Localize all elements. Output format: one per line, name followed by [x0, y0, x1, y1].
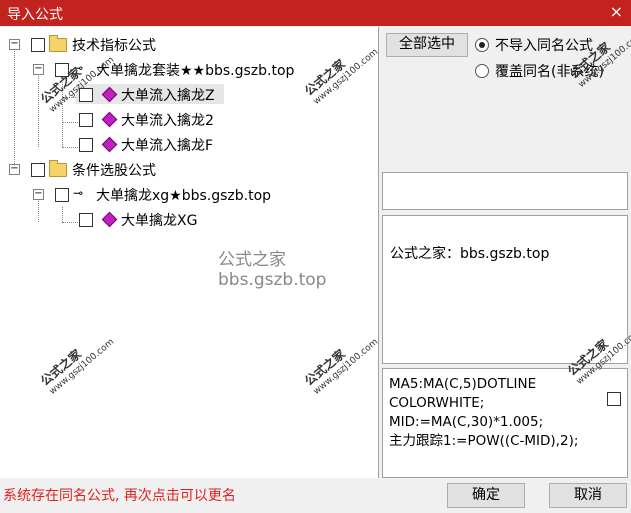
folder-icon — [49, 35, 67, 52]
formula-tree[interactable]: − 技术指标公式 − ⊸ 大单擒龙套装★★bbs.gszb.top 大单流入擒龙… — [0, 27, 381, 478]
checkbox[interactable] — [79, 213, 93, 227]
tree-node-stock-screening[interactable]: − 条件选股公式 — [0, 159, 300, 179]
checkbox[interactable] — [31, 38, 45, 52]
tree-line — [38, 72, 39, 147]
code-checkbox[interactable] — [607, 392, 621, 406]
tree-node-suite-2[interactable]: − ⊸ 大单擒龙xg★bbs.gszb.top — [0, 184, 300, 204]
tree-label: 条件选股公式 — [72, 163, 156, 179]
tree-label: 技术指标公式 — [72, 38, 156, 54]
tree-node-formula[interactable]: 大单流入擒龙2 — [76, 109, 226, 129]
close-icon[interactable]: × — [610, 2, 623, 21]
tree-node-formula[interactable]: 大单擒龙XG — [76, 209, 226, 229]
tree-label: 大单流入擒龙F — [121, 138, 214, 154]
code-line: COLORWHITE; — [389, 395, 485, 411]
folder-icon — [49, 160, 67, 177]
tree-label: 大单流入擒龙Z — [121, 88, 215, 104]
checkbox[interactable] — [31, 163, 45, 177]
tree-line — [62, 207, 63, 222]
formula-icon — [101, 86, 118, 103]
cancel-button[interactable]: 取消 — [549, 483, 627, 508]
code-line: MID:=MA(C,30)*1.005; — [389, 414, 544, 430]
collapse-icon[interactable]: − — [9, 164, 20, 175]
code-line: 主力跟踪1:=POW((C-MID),2); — [389, 433, 579, 449]
watermark-stamp: 公式之家 www.gszj100.com — [302, 337, 381, 397]
formula-icon — [101, 111, 118, 128]
radio-skip-same-name[interactable] — [475, 38, 489, 52]
radio-overwrite-same-name[interactable] — [475, 64, 489, 78]
formula-icon — [101, 136, 118, 153]
checkbox[interactable] — [79, 138, 93, 152]
watermark-stamp: 公式之家 www.gszj100.com — [38, 337, 117, 397]
code-line: MA5:MA(C,5)DOTLINE — [389, 376, 537, 392]
collapse-icon[interactable]: − — [33, 64, 44, 75]
select-all-button[interactable]: 全部选中 — [386, 33, 468, 57]
tree-label: 大单擒龙XG — [121, 213, 198, 229]
ok-button[interactable]: 确定 — [447, 483, 525, 508]
tree-node-formula[interactable]: 大单流入擒龙F — [76, 134, 226, 154]
tree-node-suite-1[interactable]: − ⊸ 大单擒龙套装★★bbs.gszb.top — [0, 59, 330, 79]
tree-label: 大单擒龙xg★bbs.gszb.top — [96, 188, 272, 204]
radio-skip-label: 不导入同名公式 — [495, 38, 593, 54]
key-icon: ⊸ — [73, 186, 84, 200]
status-message: 系统存在同名公式, 再次点击可以更名 — [3, 488, 236, 504]
title-bar: 导入公式 × — [0, 0, 631, 26]
checkbox[interactable] — [55, 188, 69, 202]
window-title: 导入公式 — [7, 7, 63, 23]
formula-icon — [101, 211, 118, 228]
watermark-text: 公式之家 bbs.gszb.top — [218, 250, 327, 290]
tree-label: 大单擒龙套装★★bbs.gszb.top — [96, 63, 295, 79]
checkbox[interactable] — [79, 113, 93, 127]
tree-node-formula[interactable]: 大单流入擒龙Z — [76, 84, 224, 104]
collapse-icon[interactable]: − — [33, 189, 44, 200]
tree-label: 大单流入擒龙2 — [121, 113, 214, 129]
description-text: 公式之家：bbs.gszb.top — [390, 246, 550, 262]
collapse-icon[interactable]: − — [9, 39, 20, 50]
tree-node-tech-indicators[interactable]: − 技术指标公式 — [0, 34, 300, 54]
name-field[interactable] — [382, 172, 628, 210]
code-preview[interactable]: MA5:MA(C,5)DOTLINE COLORWHITE; MID:=MA(C… — [382, 327, 631, 478]
